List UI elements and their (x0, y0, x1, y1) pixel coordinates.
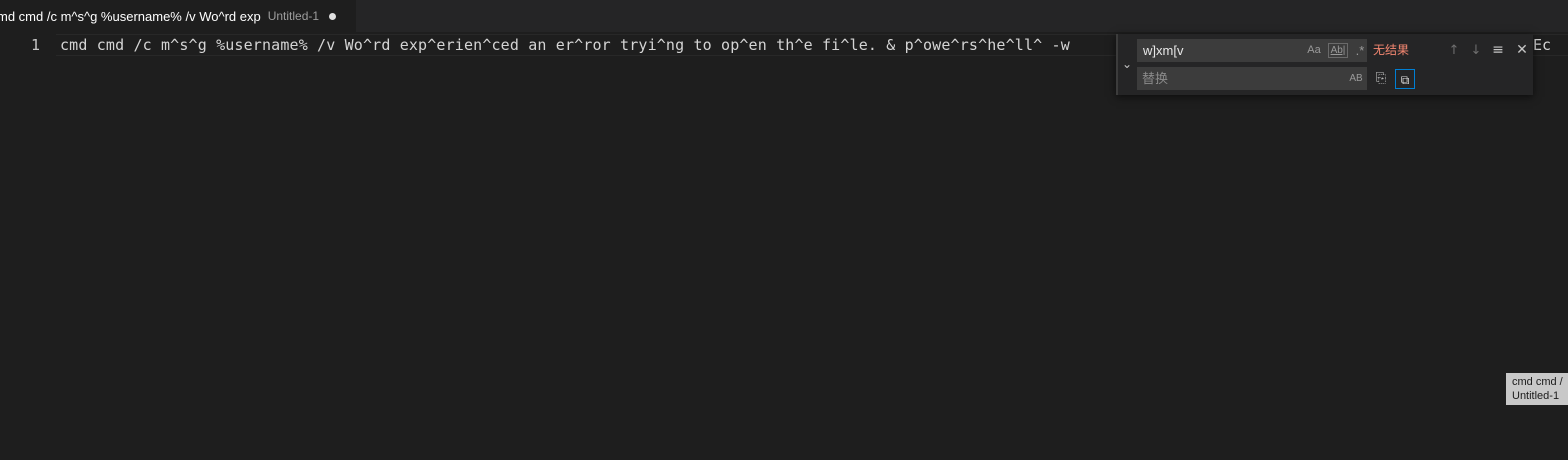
tab-description: Untitled-1 (267, 9, 320, 23)
tooltip-line-2: Untitled-1 (1512, 390, 1560, 402)
editor-tab[interactable]: md cmd /c m^s^g %username% /v Wo^rd exp … (0, 0, 356, 32)
regex-icon[interactable]: .* (1351, 42, 1369, 59)
match-case-icon[interactable]: Aa (1305, 42, 1323, 59)
code-line-overflow[interactable]: Ec (1533, 34, 1551, 56)
arrow-down-icon[interactable]: ↓ (1466, 39, 1486, 62)
tab-bar: md cmd /c m^s^g %username% /v Wo^rd exp … (0, 0, 1568, 32)
replace-icon[interactable]: ⎘ (1371, 69, 1391, 89)
find-results-status: 无结果 (1373, 43, 1410, 57)
whole-word-icon[interactable]: Ab| (1328, 43, 1348, 58)
code-line[interactable]: cmd cmd /c m^s^g %username% /v Wo^rd exp… (60, 34, 1070, 56)
chevron-down-icon[interactable]: ⌄ (1120, 56, 1134, 72)
tab-title: md cmd /c m^s^g %username% /v Wo^rd exp (0, 8, 261, 24)
preserve-case-icon[interactable]: AB (1346, 70, 1366, 87)
find-replace-widget: ⌄ w]xm[v Aa Ab| .* 无结果 ↑ ↓ ≡ ✕ 替换 AB ⎘ ⧉ (1116, 34, 1533, 95)
replace-all-icon[interactable]: ⧉ (1395, 69, 1415, 89)
replace-input[interactable]: 替换 AB (1137, 67, 1367, 90)
arrow-up-icon[interactable]: ↑ (1444, 39, 1464, 62)
tooltip-line-1: cmd cmd / (1512, 376, 1563, 388)
find-input[interactable]: w]xm[v Aa Ab| .* (1137, 39, 1367, 62)
replace-placeholder: 替换 (1142, 71, 1169, 86)
unsaved-dot-icon[interactable] (329, 12, 337, 20)
line-number: 1 (30, 36, 40, 54)
tab-hover-tooltip: cmd cmd / Untitled-1 (1506, 373, 1568, 405)
find-input-value: w]xm[v (1143, 43, 1184, 58)
editor-area[interactable]: 1 cmd cmd /c m^s^g %username% /v Wo^rd e… (0, 32, 1568, 460)
list-selection-icon[interactable]: ≡ (1488, 39, 1508, 62)
close-icon[interactable]: ✕ (1512, 39, 1532, 62)
